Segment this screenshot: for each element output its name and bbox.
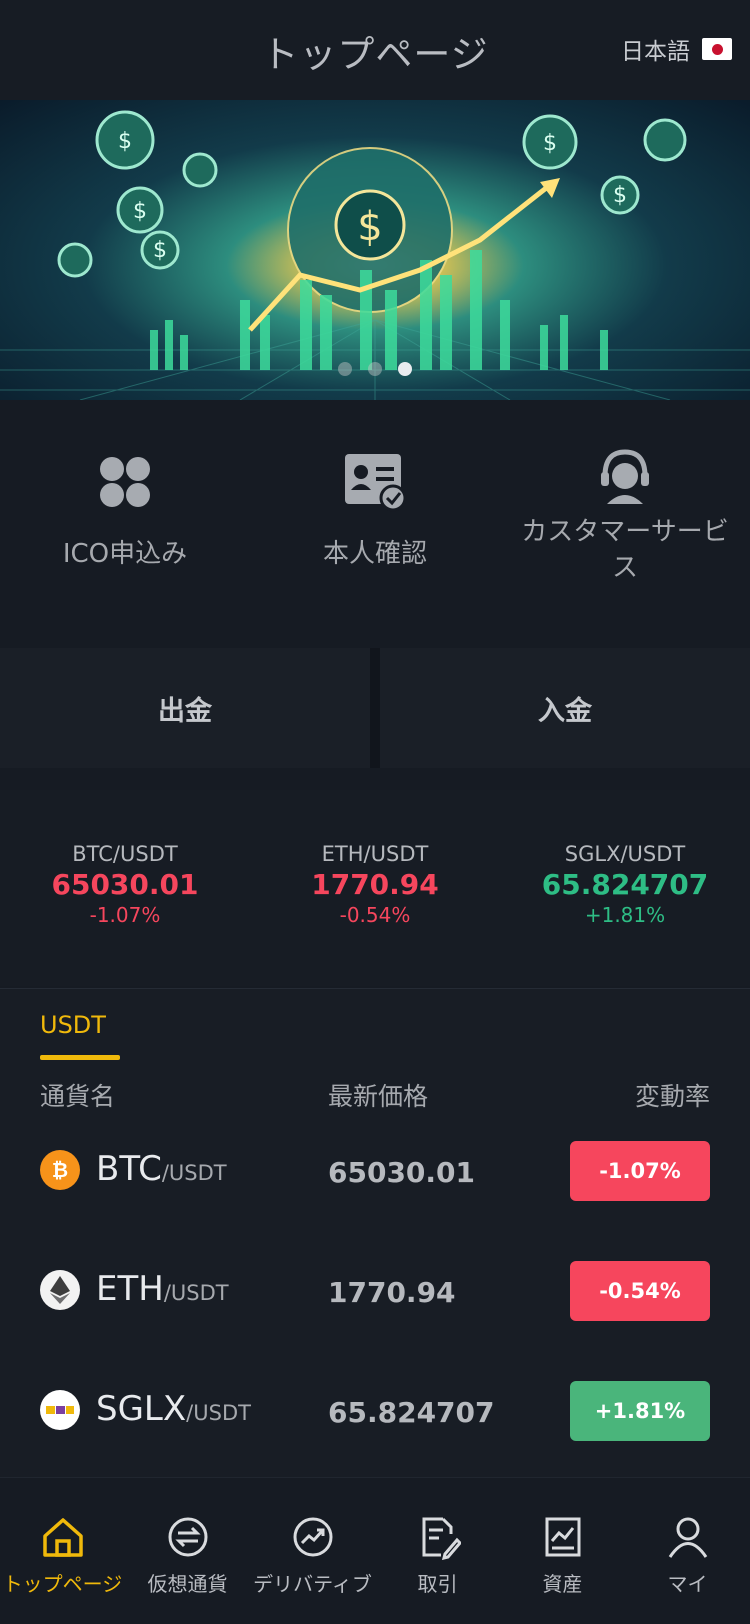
nav-mypage-label: マイ (667, 1572, 708, 1596)
tab-usdt[interactable]: USDT (40, 1011, 106, 1039)
carousel-indicators[interactable] (0, 362, 750, 376)
top-header: トップページ 日本語 (0, 0, 750, 100)
ticker-sglx[interactable]: SGLX/USDT 65.824707 +1.81% (500, 790, 750, 986)
table-row[interactable]: ₿ BTC/USDT 65030.01 -1.07% (40, 1141, 710, 1201)
grid-icon (93, 450, 157, 514)
kyc-label: 本人確認 (322, 539, 427, 569)
market-list: USDT 通貨名 最新価格 変動率 ₿ BTC/USDT 65030.01 -1… (0, 988, 750, 1477)
carousel-dot[interactable] (368, 362, 382, 376)
last-price: 1770.94 (328, 1276, 456, 1309)
nav-home[interactable]: トップページ (0, 1478, 125, 1624)
carousel-dot[interactable] (338, 362, 352, 376)
header-price: 最新価格 (328, 1082, 429, 1111)
nav-mypage[interactable]: マイ (625, 1478, 750, 1624)
pair-name: ETH/USDT (96, 1269, 229, 1309)
change-badge[interactable]: +1.81% (570, 1381, 710, 1441)
header-change: 変動率 (634, 1082, 710, 1111)
ticker-btc[interactable]: BTC/USDT 65030.01 -1.07% (0, 790, 250, 986)
pair-quote: /USDT (161, 1161, 227, 1185)
bitcoin-icon: ₿ (40, 1150, 80, 1190)
ico-apply-button[interactable]: ICO申込み (0, 400, 250, 618)
ticker-eth[interactable]: ETH/USDT 1770.94 -0.54% (250, 790, 500, 986)
pair-quote: /USDT (163, 1281, 229, 1305)
pair-base: SGLX (96, 1389, 187, 1429)
language-label: 日本語 (621, 39, 690, 65)
change-badge[interactable]: -1.07% (570, 1141, 710, 1201)
banner-illustration: $ $$$ $$ (0, 110, 750, 400)
nav-crypto[interactable]: 仮想通貨 (125, 1478, 250, 1624)
tab-active-underline (40, 1055, 120, 1060)
ticker-change: -1.07% (89, 903, 161, 927)
ticker-price: 65030.01 (51, 868, 199, 901)
japan-flag-icon (702, 38, 732, 60)
svg-text:$: $ (543, 131, 557, 156)
order-edit-icon (422, 1517, 461, 1560)
home-icon (42, 1518, 83, 1557)
svg-text:$: $ (118, 129, 132, 154)
language-switcher[interactable]: 日本語 (621, 32, 732, 66)
nav-assets-label: 資産 (542, 1572, 583, 1596)
pair-name: SGLX/USDT (96, 1389, 251, 1429)
withdraw-button[interactable]: 出金 (0, 648, 370, 768)
svg-text:$: $ (613, 183, 627, 208)
id-card-icon (343, 450, 407, 514)
nav-derivatives[interactable]: デリバティブ (250, 1478, 375, 1624)
nav-crypto-label: 仮想通貨 (147, 1572, 228, 1596)
ticker-pair: SGLX/USDT (564, 842, 686, 866)
header-name: 通貨名 (40, 1082, 116, 1111)
sglx-icon (40, 1390, 80, 1430)
svg-text:$: $ (357, 204, 382, 250)
ticker-change: -0.54% (339, 903, 411, 927)
bottom-navigation: トップページ 仮想通貨 デリバティブ 取引 資産 マイ (0, 1477, 750, 1624)
ico-apply-label: ICO申込み (62, 539, 188, 569)
pair-quote: /USDT (186, 1401, 251, 1425)
headset-icon (593, 444, 657, 508)
ticker-price: 65.824707 (541, 868, 709, 901)
quick-actions: ICO申込み 本人確認 カスタマーサービス (0, 400, 750, 618)
nav-derivatives-label: デリバティブ (253, 1572, 372, 1596)
kyc-button[interactable]: 本人確認 (250, 400, 500, 618)
customer-service-label: カスタマーサービス (521, 517, 729, 583)
nav-home-label: トップページ (2, 1572, 123, 1596)
last-price: 65.824707 (328, 1396, 495, 1429)
promo-banner[interactable]: $ $ $ $ $ $ (0, 100, 750, 400)
exchange-icon (168, 1517, 207, 1557)
fund-buttons: 出金 入金 (0, 648, 750, 768)
market-table-header: 通貨名 最新価格 変動率 (40, 1077, 710, 1117)
ticker-pair: BTC/USDT (72, 842, 178, 866)
ethereum-icon (40, 1270, 80, 1310)
ticker-price: 1770.94 (311, 868, 439, 901)
ticker-strip: BTC/USDT 65030.01 -1.07% ETH/USDT 1770.9… (0, 790, 750, 986)
ticker-pair: ETH/USDT (321, 842, 429, 866)
pair-base: ETH (96, 1269, 164, 1309)
ticker-change: +1.81% (584, 903, 666, 927)
nav-assets[interactable]: 資産 (500, 1478, 625, 1624)
pair-name: BTC/USDT (96, 1149, 227, 1189)
nav-trade[interactable]: 取引 (375, 1478, 500, 1624)
svg-text:$: $ (133, 199, 147, 224)
user-icon (668, 1517, 707, 1558)
pair-base: BTC (96, 1149, 162, 1189)
trend-icon (293, 1517, 332, 1557)
table-row[interactable]: ETH/USDT 1770.94 -0.54% (40, 1261, 710, 1321)
last-price: 65030.01 (328, 1156, 476, 1189)
assets-chart-icon (545, 1517, 580, 1557)
change-badge[interactable]: -0.54% (570, 1261, 710, 1321)
svg-text:₿: ₿ (52, 1158, 68, 1182)
deposit-button[interactable]: 入金 (380, 648, 750, 768)
nav-trade-label: 取引 (417, 1572, 458, 1596)
svg-text:$: $ (153, 238, 167, 263)
customer-service-button[interactable]: カスタマーサービス (500, 400, 750, 618)
carousel-dot-active[interactable] (398, 362, 412, 376)
table-row[interactable]: SGLX/USDT 65.824707 +1.81% (40, 1381, 710, 1441)
